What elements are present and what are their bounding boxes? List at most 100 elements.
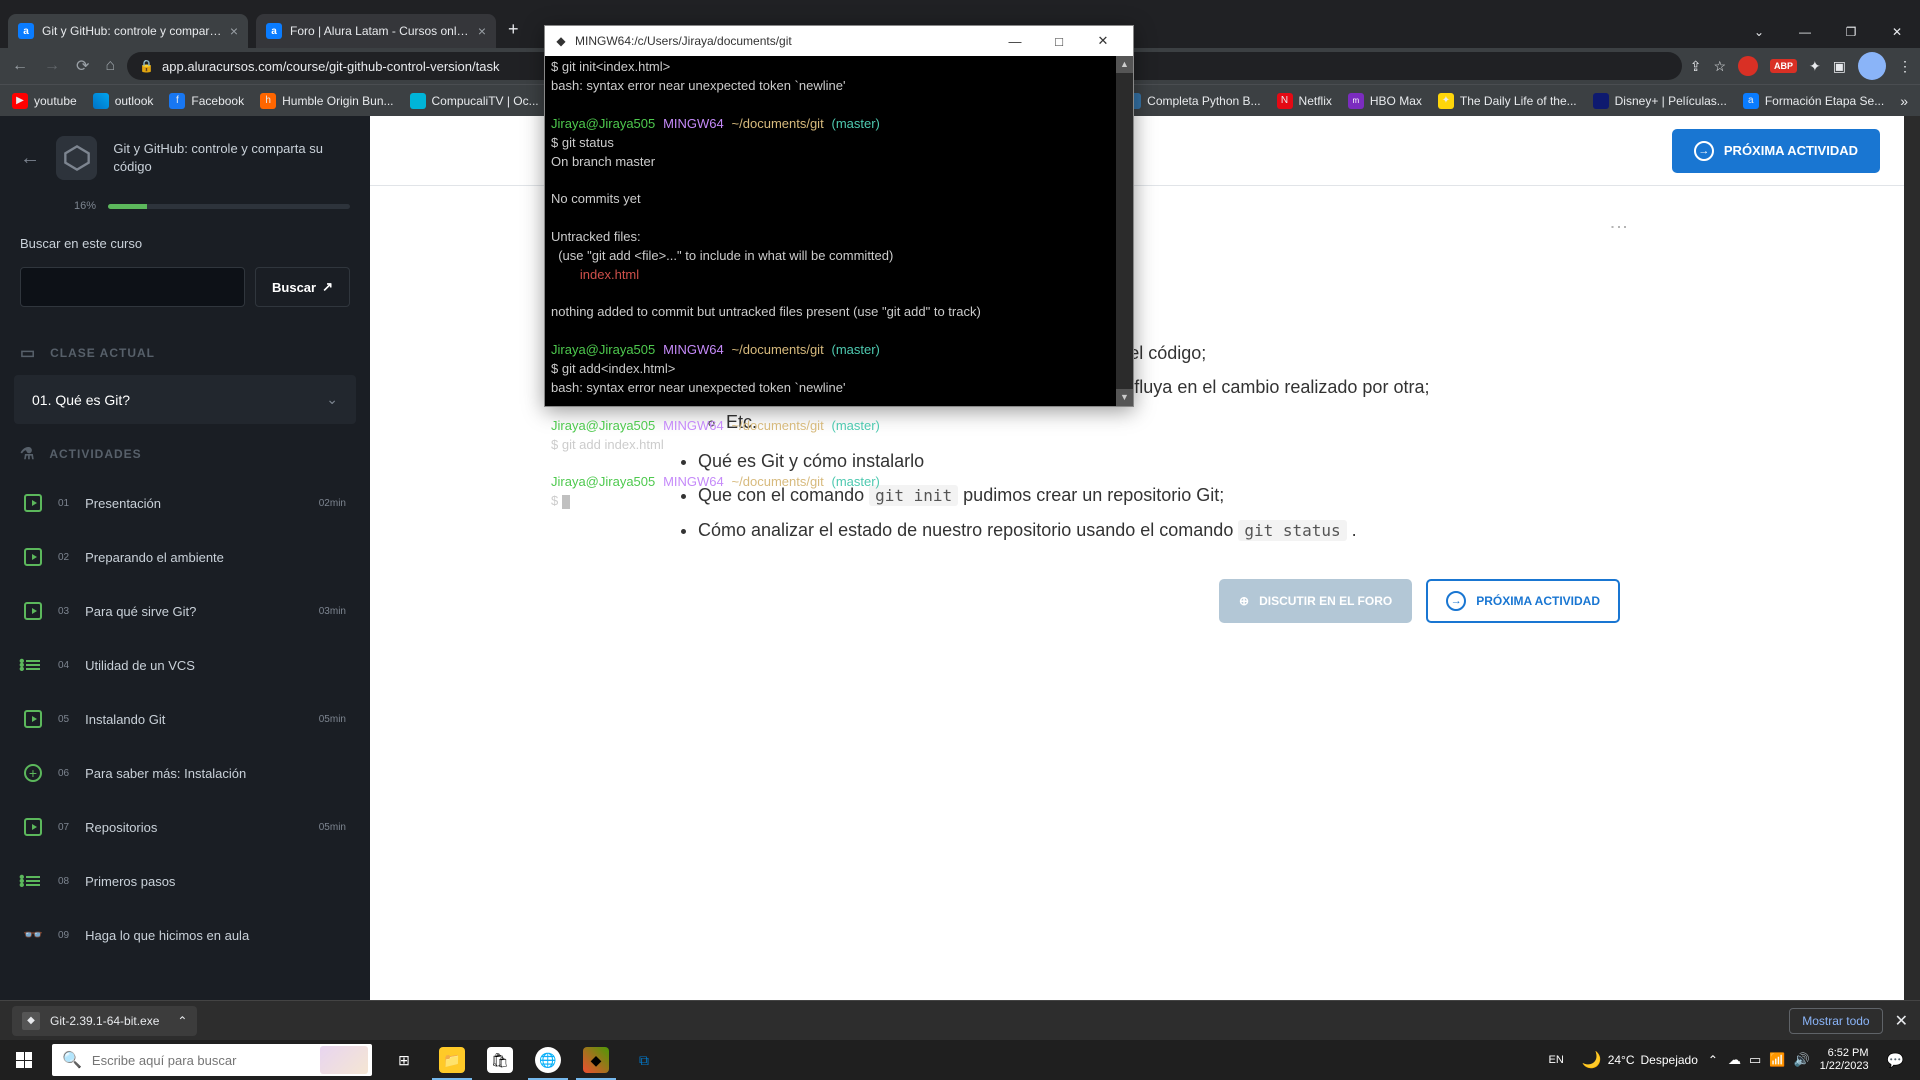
terminal-titlebar[interactable]: ◆ MINGW64:/c/Users/Jiraya/documents/git … — [545, 26, 1133, 56]
bookmark-youtube[interactable]: ▶youtube — [12, 93, 77, 109]
bookmark-netflix[interactable]: NNetflix — [1277, 93, 1332, 109]
activity-title: Haga lo que hicimos en aula — [85, 928, 330, 943]
chevron-up-icon[interactable]: ⌃ — [177, 1014, 187, 1028]
bookmark-facebook[interactable]: fFacebook — [169, 93, 244, 109]
activity-number: 09 — [58, 930, 69, 941]
activity-item[interactable]: 02Preparando el ambiente — [14, 530, 356, 584]
notifications-icon[interactable]: 💬 — [1879, 1052, 1912, 1069]
close-icon[interactable]: ✕ — [1081, 27, 1125, 55]
wifi-icon[interactable]: 📶 — [1769, 1052, 1785, 1068]
task-view-icon[interactable]: ⊞ — [380, 1040, 428, 1080]
discuss-forum-button[interactable]: ⊕ DISCUTIR EN EL FORO — [1219, 579, 1412, 623]
download-item[interactable]: ◆ Git-2.39.1-64-bit.exe ⌃ — [12, 1006, 197, 1036]
onedrive-icon[interactable]: ☁ — [1728, 1052, 1741, 1068]
maximize-icon[interactable]: ❐ — [1828, 16, 1874, 48]
activity-item[interactable]: 04Utilidad de un VCS — [14, 638, 356, 692]
bookmarks-overflow-icon[interactable]: » — [1900, 93, 1908, 109]
bookmark-hbo[interactable]: mHBO Max — [1348, 93, 1422, 109]
search-label: Buscar en este curso — [20, 236, 350, 251]
git-bash-icon[interactable]: ◆ — [572, 1040, 620, 1080]
git-bash-terminal: ◆ MINGW64:/c/Users/Jiraya/documents/git … — [544, 25, 1134, 407]
download-filename: Git-2.39.1-64-bit.exe — [50, 1014, 159, 1028]
activity-item[interactable]: +06Para saber más: Instalación — [14, 746, 356, 800]
weather-widget[interactable]: 🌙 24°C Despejado — [1582, 1050, 1698, 1070]
activity-item[interactable]: 05Instalando Git05min — [14, 692, 356, 746]
activity-item[interactable]: 👓09Haga lo que hicimos en aula — [14, 908, 356, 962]
activity-item[interactable]: 07Repositorios05min — [14, 800, 356, 854]
scroll-up-icon[interactable]: ▲ — [1116, 56, 1133, 73]
close-icon[interactable]: × — [478, 23, 486, 39]
recording-icon[interactable] — [1738, 56, 1758, 76]
sidepanel-icon[interactable]: ▣ — [1833, 58, 1846, 75]
bookmark-compucali[interactable]: CompucaliTV | Oc... — [410, 93, 539, 109]
bookmark-python[interactable]: Completa Python B... — [1125, 93, 1260, 109]
bluetooth-icon[interactable]: ▭ — [1749, 1052, 1761, 1068]
close-icon[interactable]: ✕ — [1874, 16, 1920, 48]
abp-icon[interactable]: ABP — [1770, 59, 1797, 73]
terminal-body[interactable]: $ git init<index.html> bash: syntax erro… — [545, 56, 1133, 406]
share-icon[interactable]: ⇪ — [1690, 58, 1702, 75]
minimize-icon[interactable]: — — [993, 27, 1037, 55]
maximize-icon[interactable]: □ — [1037, 27, 1081, 55]
taskbar-clock[interactable]: 6:52 PM 1/22/2023 — [1820, 1047, 1869, 1073]
compucali-icon — [410, 93, 426, 109]
star-icon[interactable]: ☆ — [1713, 58, 1726, 75]
next-activity-button-bottom[interactable]: → PRÓXIMA ACTIVIDAD — [1426, 579, 1620, 623]
page-scrollbar[interactable] — [1904, 116, 1920, 1000]
minimize-icon[interactable]: — — [1782, 16, 1828, 48]
sidebar-search: Buscar en este curso Buscar↗ — [0, 228, 370, 323]
activity-item[interactable]: 01Presentación02min — [14, 476, 356, 530]
bookmark-disney[interactable]: Disney+ | Películas... — [1593, 93, 1727, 109]
chevron-down-icon[interactable]: ⌄ — [1736, 16, 1782, 48]
vscode-icon[interactable]: ⧉ — [620, 1040, 668, 1080]
more-menu-icon[interactable]: ⋮ — [1608, 218, 1630, 234]
activity-item[interactable]: 03Para qué sirve Git?03min — [14, 584, 356, 638]
start-button[interactable] — [0, 1040, 48, 1080]
close-icon[interactable]: ✕ — [1895, 1011, 1908, 1031]
home-icon[interactable]: ⌂ — [101, 53, 119, 79]
volume-icon[interactable]: 🔊 — [1793, 1052, 1809, 1068]
bookmark-humble[interactable]: hHumble Origin Bun... — [260, 93, 393, 109]
toolbar-actions: ⇪ ☆ ABP ✦ ▣ ⋮ — [1690, 52, 1912, 80]
extensions-icon[interactable]: ✦ — [1809, 58, 1821, 75]
microsoft-store-icon[interactable]: 🛍 — [476, 1040, 524, 1080]
search-icon: 🔍 — [62, 1050, 82, 1070]
language-indicator[interactable]: EN — [1541, 1054, 1572, 1066]
system-tray: EN 🌙 24°C Despejado ⌃ ☁ ▭ 📶 🔊 6:52 PM 1/… — [1541, 1047, 1920, 1073]
bookmark-daily[interactable]: ✦The Daily Life of the... — [1438, 93, 1577, 109]
tab-2[interactable]: a Foro | Alura Latam - Cursos onlin… × — [256, 14, 496, 48]
menu-icon[interactable]: ⋮ — [1898, 58, 1912, 75]
facebook-icon: f — [169, 93, 185, 109]
chevron-up-icon[interactable]: ⌃ — [1708, 1053, 1718, 1067]
bookmark-outlook[interactable]: outlook — [93, 93, 154, 109]
course-title: Git y GitHub: controle y comparta su cód… — [113, 140, 350, 176]
back-arrow-icon[interactable]: ← — [20, 147, 40, 170]
progress-percent: 16% — [74, 200, 96, 212]
activities-list: 01Presentación02min02Preparando el ambie… — [0, 476, 370, 962]
file-explorer-icon[interactable]: 📁 — [428, 1040, 476, 1080]
chrome-icon[interactable]: 🌐 — [524, 1040, 572, 1080]
show-all-downloads-button[interactable]: Mostrar todo — [1789, 1008, 1882, 1034]
search-input[interactable] — [20, 267, 245, 307]
bookmark-formacion[interactable]: aFormación Etapa Se... — [1743, 93, 1884, 109]
avatar[interactable] — [1858, 52, 1886, 80]
close-icon[interactable]: × — [230, 23, 238, 39]
tab-1[interactable]: a Git y GitHub: controle y compart… × — [8, 14, 248, 48]
activity-item[interactable]: 08Primeros pasos — [14, 854, 356, 908]
scroll-down-icon[interactable]: ▼ — [1116, 389, 1133, 406]
forward-icon[interactable]: → — [40, 53, 64, 79]
current-class-item[interactable]: 01. Qué es Git? ⌄ — [14, 375, 356, 424]
back-icon[interactable]: ← — [8, 53, 32, 79]
activity-number: 06 — [58, 768, 69, 779]
external-link-icon: ↗ — [322, 279, 333, 295]
windows-taskbar: 🔍 ⊞ 📁 🛍 🌐 ◆ ⧉ EN 🌙 24°C Despejado ⌃ ☁ ▭ … — [0, 1040, 1920, 1080]
search-button[interactable]: Buscar↗ — [255, 267, 350, 307]
terminal-scrollbar[interactable]: ▲ ▼ — [1116, 56, 1133, 406]
play-icon — [24, 818, 42, 836]
next-activity-button-top[interactable]: → PRÓXIMA ACTIVIDAD — [1672, 129, 1880, 173]
new-tab-button[interactable]: + — [508, 19, 519, 40]
progress-row: 16% — [0, 188, 370, 228]
taskbar-search[interactable]: 🔍 — [52, 1044, 372, 1076]
reload-icon[interactable]: ⟳ — [72, 52, 93, 80]
activity-title: Primeros pasos — [85, 874, 330, 889]
